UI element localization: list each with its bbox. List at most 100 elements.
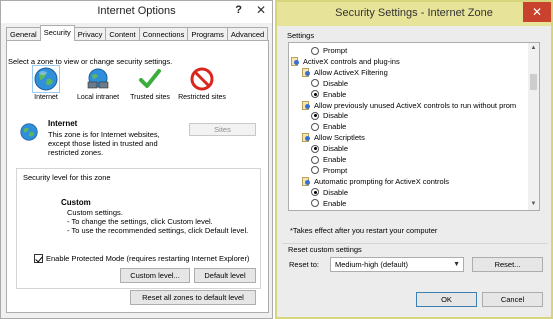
setting-option-radio[interactable]: Prompt [311,165,347,176]
protected-mode-row: Enable Protected Mode (requires restarti… [34,254,249,263]
settings-label: Settings [287,31,315,40]
zone-label: Local intranet [76,94,120,101]
tab-connections[interactable]: Connections [138,27,189,41]
zone-prompt: Select a zone to view or change security… [8,57,173,66]
setting-label: Enable [323,89,347,99]
globe-icon [32,65,60,93]
setting-option-radio[interactable]: Disable [311,78,348,89]
internet-options-window: Internet Options ? ✕ General Security Pr… [0,0,273,319]
reset-custom-label: Reset custom settings [288,245,362,254]
radio-icon[interactable] [311,155,319,164]
restricted-icon [190,67,214,91]
tab-privacy[interactable]: Privacy [73,27,107,41]
reset-to-label: Reset to: [289,260,320,269]
zone-restricted-sites[interactable]: Restricted sites [176,67,228,102]
setting-item: Allow previously unused ActiveX controls… [302,100,516,111]
radio-selected-icon[interactable] [311,111,319,120]
setting-label: Allow ActiveX Filtering [314,67,388,77]
setting-label: Disable [323,187,349,197]
security-level-label: Security level for this zone [23,173,111,182]
tab-general[interactable]: General [6,27,41,41]
window-title: Internet Options [97,5,176,17]
radio-selected-icon[interactable] [311,144,319,153]
zone-list: Internet Local intranet Trusted sites Re… [20,65,228,102]
setting-option-radio[interactable]: Enable [311,154,346,165]
radio-icon[interactable] [311,122,319,131]
custom-level-button[interactable]: Custom level... [120,268,190,283]
reset-button[interactable]: Reset... [472,257,543,272]
chevron-down-icon: ▼ [453,261,460,268]
reset-all-zones-button[interactable]: Reset all zones to default level [130,290,256,305]
ok-button[interactable]: OK [416,292,477,307]
radio-selected-icon[interactable] [311,90,319,99]
sites-button[interactable]: Sites [189,123,256,136]
help-button[interactable]: ? [235,4,242,16]
close-button[interactable]: ✕ [523,2,551,22]
scroll-down-icon[interactable]: ▼ [528,199,539,210]
setting-gear-icon [302,209,310,210]
restart-note: *Takes effect after you restart your com… [290,226,438,235]
setting-item: Allow ActiveX Filtering [302,67,388,78]
tab-advanced[interactable]: Advanced [226,27,269,41]
reset-to-dropdown[interactable]: Medium-high (default) ▼ [330,257,464,272]
setting-option-radio[interactable]: Disable [311,143,348,154]
tab-strip: General Security Privacy Content Connect… [6,25,269,41]
setting-label: Binary and script behaviors [314,210,404,211]
zone-local-intranet[interactable]: Local intranet [72,67,124,102]
title-bar[interactable]: Internet Options ? ✕ [1,1,272,23]
setting-label: Prompt [323,46,348,55]
setting-gear-icon [302,67,310,77]
setting-option-radio[interactable]: Disable [311,187,348,198]
setting-label: Prompt [323,165,348,175]
close-button[interactable]: ✕ [250,1,272,19]
setting-option-radio[interactable]: Enable [311,198,346,209]
setting-label: Allow previously unused ActiveX controls… [314,100,517,110]
settings-tree[interactable]: Prompt ActiveX controls and plug-ins Allow… [288,42,540,211]
radio-icon[interactable] [311,79,319,88]
custom-level-title: Custom [61,198,91,207]
tab-content[interactable]: Content [105,27,140,41]
setting-option-radio[interactable]: Enable [311,89,346,100]
title-bar[interactable]: Security Settings - Internet Zone ✕ [277,2,551,26]
custom-line: - To change the settings, click Custom l… [67,217,213,226]
setting-option-radio[interactable]: Disable [311,110,348,121]
window-title: Security Settings - Internet Zone [335,7,493,19]
radio-icon[interactable] [311,46,319,55]
zone-label: Restricted sites [178,94,226,101]
radio-icon[interactable] [311,166,319,175]
vertical-scrollbar[interactable]: ▲ ▼ [528,43,539,210]
scroll-up-icon[interactable]: ▲ [528,43,539,54]
globe-icon [20,123,38,141]
setting-group: ActiveX controls and plug-ins [291,56,400,67]
setting-label: ActiveX controls and plug-ins [303,56,400,66]
setting-item: Binary and script behaviors [302,209,404,211]
setting-gear-icon [302,100,310,110]
setting-label: Enable [323,122,347,132]
custom-level-description: Custom settings. - To change the setting… [67,208,248,235]
setting-label: Allow Scriptlets [314,133,365,143]
zone-internet[interactable]: Internet [20,65,72,102]
setting-label: Automatic prompting for ActiveX controls [314,176,450,186]
setting-item: Automatic prompting for ActiveX controls [302,176,449,187]
setting-option-radio[interactable]: Enable [311,121,346,132]
default-level-button[interactable]: Default level [194,268,256,283]
close-icon: ✕ [256,3,267,17]
zone-trusted-sites[interactable]: Trusted sites [124,67,176,102]
setting-label: Disable [323,111,349,121]
setting-label: Disable [323,144,349,154]
custom-line: - To use the recommended settings, click… [67,226,249,235]
checkmark-icon [138,67,162,91]
close-icon: ✕ [532,5,543,19]
setting-item: Allow Scriptlets [302,132,365,143]
scroll-thumb[interactable] [530,74,537,90]
protected-mode-checkbox[interactable] [34,254,43,263]
setting-option-radio[interactable]: Prompt [311,45,347,56]
tab-programs[interactable]: Programs [187,27,228,41]
setting-gear-icon [291,56,299,66]
custom-line: Custom settings. [67,208,123,217]
tab-security[interactable]: Security [39,25,75,41]
cancel-button[interactable]: Cancel [482,292,543,307]
radio-selected-icon[interactable] [311,188,319,197]
radio-icon[interactable] [311,199,319,208]
zone-info-description: This zone is for Internet websites, exce… [48,130,160,157]
